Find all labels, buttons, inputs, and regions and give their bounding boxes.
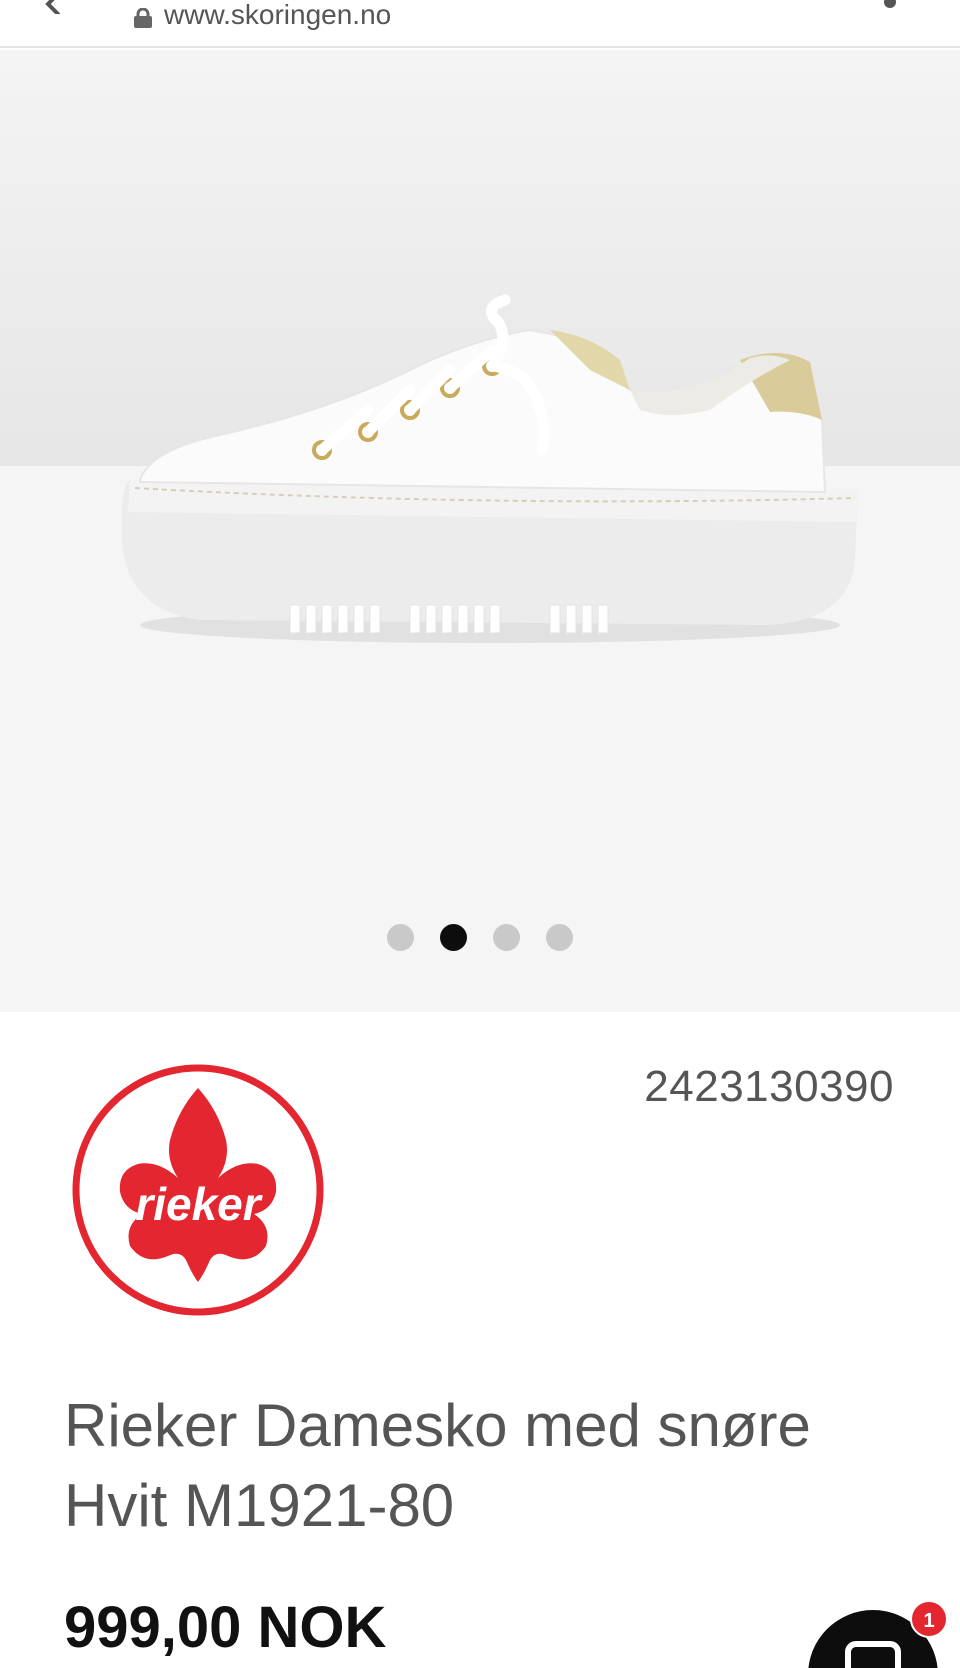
- product-title-line: Hvit M1921-80: [64, 1472, 455, 1539]
- more-vertical-icon[interactable]: [884, 0, 896, 8]
- gallery-pagination[interactable]: [0, 924, 960, 952]
- chat-icon: [845, 1641, 901, 1668]
- gallery-dot[interactable]: [493, 924, 520, 951]
- url-text[interactable]: www.skoringen.no: [164, 0, 391, 30]
- product-image-gallery[interactable]: [0, 50, 960, 1012]
- product-title-line: Rieker Damesko med snøre: [64, 1392, 811, 1459]
- rieker-logo[interactable]: rieker: [68, 1060, 328, 1320]
- gallery-dot[interactable]: [387, 924, 414, 951]
- lock-icon: [134, 8, 152, 28]
- browser-address-bar[interactable]: www.skoringen.no: [0, 0, 960, 48]
- gallery-dot[interactable]: [546, 924, 573, 951]
- white-leather-sneaker-image: [121, 294, 858, 643]
- product-sku: 2423130390: [644, 1062, 894, 1111]
- product-title: Rieker Damesko med snøre Hvit M1921-80: [64, 1386, 884, 1546]
- rieker-logo-text: rieker: [135, 1178, 262, 1230]
- product-price: 999,00 NOK: [64, 1595, 387, 1660]
- gallery-dot-active[interactable]: [440, 924, 467, 951]
- chevron-left-icon[interactable]: [40, 0, 66, 14]
- notification-badge: 1: [910, 1600, 948, 1638]
